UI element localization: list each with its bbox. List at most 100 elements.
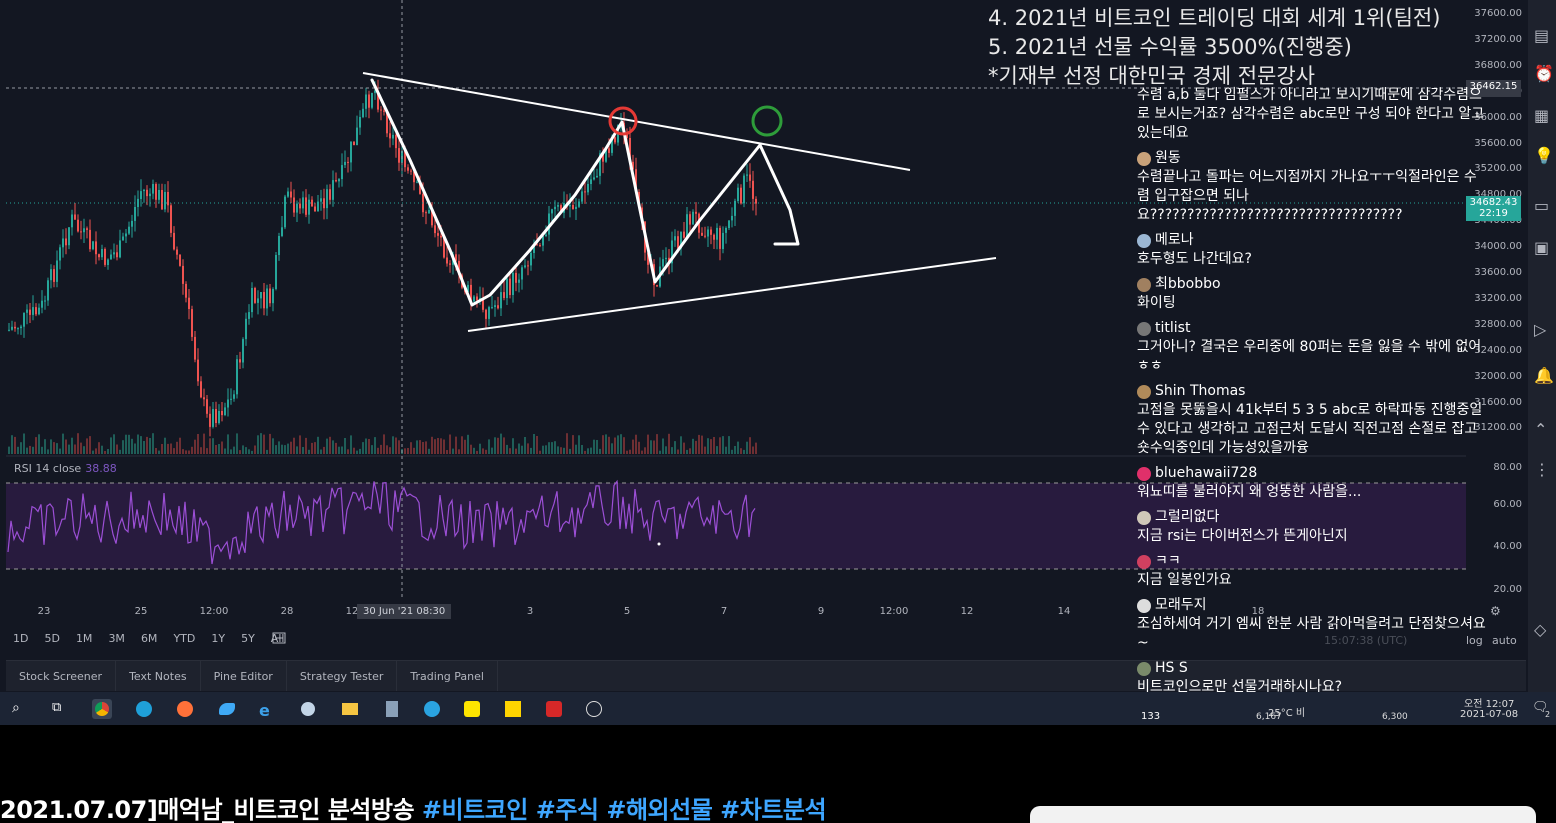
hashtag-link[interactable]: #주식	[536, 796, 599, 823]
candle-body	[167, 192, 169, 206]
bird-app-icon[interactable]	[217, 699, 237, 719]
bottom-tab[interactable]: Strategy Tester	[287, 661, 398, 691]
chat-text: 고점을 못뚫을시 41k부터 5 3 5 abc로 하락파동 진행중일수 있다고…	[1137, 402, 1483, 456]
range-button[interactable]: 1Y	[208, 630, 228, 647]
range-button[interactable]: 6M	[138, 630, 161, 647]
clock-time[interactable]: 오전 12:07	[1464, 695, 1514, 710]
kakaotalk-icon[interactable]	[462, 699, 482, 719]
auto-toggle[interactable]: auto	[1492, 634, 1517, 647]
range-button[interactable]: 3M	[105, 630, 128, 647]
folder-icon[interactable]	[340, 699, 360, 719]
candle-body	[473, 296, 475, 302]
candle-body	[233, 394, 235, 399]
edge-icon[interactable]	[134, 699, 154, 719]
obs-icon[interactable]	[584, 699, 604, 719]
range-button[interactable]: YTD	[170, 630, 198, 647]
candle-body	[269, 288, 271, 304]
task-view-icon[interactable]: ⧉	[52, 700, 61, 715]
time-tick: 14	[1057, 606, 1071, 617]
bottom-tab[interactable]: Text Notes	[116, 661, 201, 691]
notifications-icon[interactable]: 🔔	[1534, 366, 1554, 385]
gear-icon[interactable]: ⚙	[1490, 604, 1502, 618]
volume-bar	[302, 447, 304, 454]
hashtag-link[interactable]: #차트분석	[720, 796, 826, 823]
volume-bar	[383, 434, 385, 454]
rsi-tick: 60.00	[1493, 499, 1522, 510]
candle-body	[362, 108, 364, 118]
alert-icon[interactable]: ⏰	[1534, 64, 1554, 83]
range-button[interactable]: 5Y	[238, 630, 258, 647]
volume-bar	[629, 449, 631, 454]
range-button[interactable]: 1D	[10, 630, 31, 647]
volume-bar	[743, 449, 745, 454]
volume-bar	[368, 439, 370, 454]
watchlist-icon[interactable]: ▤	[1534, 26, 1550, 45]
hashtag-link[interactable]: #해외선물	[606, 796, 712, 823]
data-window-icon[interactable]: ▦	[1534, 106, 1550, 125]
grid-icon[interactable]: ⋮	[1534, 460, 1550, 479]
volume-bar	[293, 437, 295, 454]
play-icon[interactable]: ▷	[1534, 320, 1550, 339]
candle-body	[59, 247, 61, 261]
candle-body	[326, 189, 328, 209]
rsi-indicator-label[interactable]: RSI 14 close 38.88	[14, 462, 117, 475]
telegram-icon[interactable]	[422, 699, 442, 719]
streams-icon[interactable]: ▣	[1534, 238, 1550, 257]
volume-bar	[515, 448, 517, 454]
chevron-icon[interactable]: ⌃	[1534, 420, 1550, 439]
candle-body	[164, 192, 166, 210]
volume-bar	[689, 448, 691, 454]
search-icon[interactable]: ⌕	[12, 700, 20, 716]
volume-bar	[614, 437, 616, 454]
hashtag-link[interactable]: #비트코인	[422, 796, 528, 823]
candle-body	[110, 254, 112, 260]
candle-body	[314, 206, 316, 212]
chrome-icon[interactable]	[92, 699, 112, 719]
red-app-icon[interactable]	[544, 699, 564, 719]
bottom-tab[interactable]: Trading Panel	[397, 661, 498, 691]
ie-icon[interactable]: e	[257, 699, 277, 720]
candle-body	[149, 193, 151, 197]
rsi-tick: 40.00	[1493, 541, 1522, 552]
candle-body	[341, 165, 343, 180]
streamer-thumbnail[interactable]	[1030, 806, 1536, 823]
candle-body	[359, 117, 361, 128]
bottom-tab[interactable]: Stock Screener	[6, 661, 117, 691]
bottom-tab[interactable]: Pine Editor	[201, 661, 287, 691]
chat-icon[interactable]: ▭	[1534, 196, 1550, 215]
range-button[interactable]: 1M	[73, 630, 96, 647]
sticky-notes-icon[interactable]	[503, 699, 523, 719]
candle-body	[320, 198, 322, 202]
chat-message: 그럴리없다 지금 rsi는 다이버전스가 뜬게아닌지	[1137, 508, 1487, 546]
candle-body	[395, 134, 397, 149]
candle-body	[350, 141, 352, 163]
avatar	[1137, 661, 1151, 676]
volume-bar	[731, 449, 733, 454]
layers-icon[interactable]: ◇	[1534, 620, 1550, 639]
volume-bar	[662, 438, 664, 454]
candle-body	[305, 197, 307, 215]
candle-body	[371, 92, 373, 108]
calculator-icon[interactable]	[382, 699, 402, 719]
volume-bar	[236, 433, 238, 454]
volume-bar	[728, 436, 730, 454]
volume-bar	[167, 443, 169, 454]
candle-body	[170, 205, 172, 233]
candle-body	[14, 326, 16, 329]
volume-bar	[32, 446, 34, 454]
rsi-tick: 80.00	[1493, 462, 1522, 473]
volume-bar	[668, 433, 670, 454]
range-button[interactable]: 5D	[41, 630, 62, 647]
volume-bar	[140, 436, 142, 454]
volume-bar	[260, 433, 262, 454]
volume-bar	[143, 441, 145, 454]
compare-icon[interactable]	[272, 632, 286, 644]
game-app-icon[interactable]	[298, 699, 318, 719]
avatar	[1137, 554, 1151, 569]
volume-bar	[59, 448, 61, 454]
candle-body	[683, 231, 685, 238]
firefox-icon[interactable]	[175, 699, 195, 719]
clock-date[interactable]: 2021-07-08	[1460, 709, 1518, 720]
ideas-icon[interactable]: 💡	[1534, 146, 1554, 165]
chat-author-name: 모래두지	[1155, 597, 1207, 613]
